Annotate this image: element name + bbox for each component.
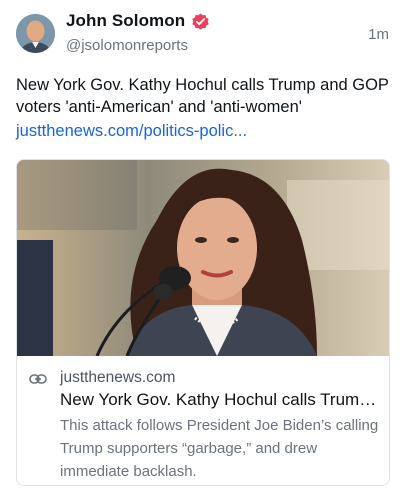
verified-check-icon <box>191 12 210 31</box>
post-text: New York Gov. Kathy Hochul calls Trump a… <box>16 76 389 116</box>
post-time[interactable]: 1m <box>368 26 389 43</box>
card-image <box>17 160 389 356</box>
link-preview-card[interactable]: justthenews.com New York Gov. Kathy Hoch… <box>16 159 390 486</box>
card-description: This attack follows President Joe Biden’… <box>60 417 379 480</box>
author-row: John Solomon <box>66 11 210 31</box>
card-title[interactable]: New York Gov. Kathy Hochul calls Trump a… <box>60 390 385 410</box>
avatar[interactable] <box>16 14 55 53</box>
card-domain: justthenews.com <box>60 369 176 386</box>
card-body: justthenews.com New York Gov. Kathy Hoch… <box>17 356 389 485</box>
author-name[interactable]: John Solomon <box>66 11 185 31</box>
post-link[interactable]: justthenews.com/politics-polic... <box>16 120 247 142</box>
author-handle[interactable]: @jsolomonreports <box>66 37 188 54</box>
post[interactable]: John Solomon @jsolomonreports 1m New Yor… <box>0 0 406 500</box>
link-icon <box>29 374 47 384</box>
